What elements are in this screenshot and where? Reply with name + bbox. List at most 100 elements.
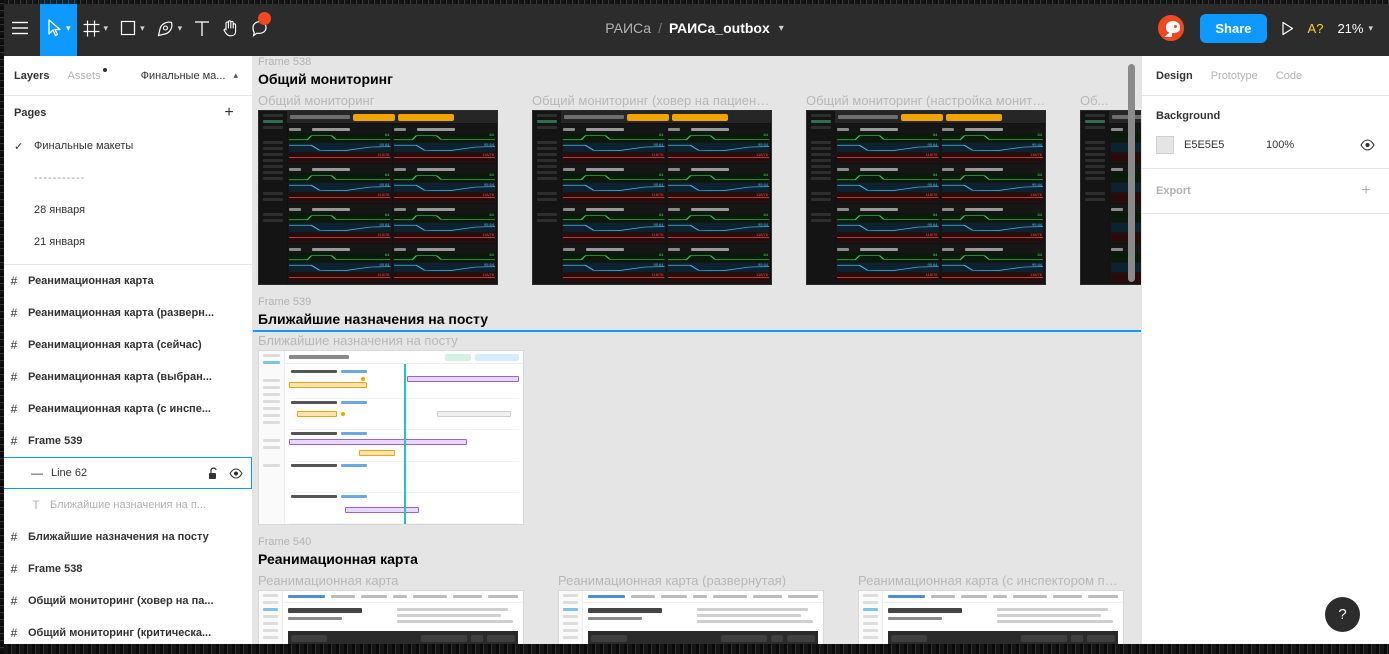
pen-tool[interactable]: ▾ — [151, 0, 189, 56]
text-tool[interactable] — [188, 0, 216, 56]
patient-card[interactable]: 64 95 64 118/76 — [836, 244, 940, 283]
layer-row-line-62[interactable]: — Line 62 — [0, 457, 252, 489]
canvas-group-frame-540[interactable]: Frame 540 Реанимационная карта Реанимаци… — [258, 536, 1141, 654]
patient-card[interactable]: 64 95 64 118/76 — [562, 244, 666, 283]
patient-card[interactable]: 64 95 64 118/76 — [666, 164, 770, 203]
chevron-down-icon[interactable]: ▾ — [779, 23, 784, 34]
selection-line-62[interactable] — [253, 330, 1141, 332]
eye-icon[interactable] — [229, 467, 243, 479]
patient-card[interactable]: 64 95 64 118/76 — [836, 124, 940, 163]
layer-row[interactable]: # Ближайшие назначения на посту — [0, 521, 252, 553]
tab-design[interactable]: Design — [1156, 70, 1193, 82]
thumbnail-item[interactable]: Общий мониторинг (настройка монитора) 64… — [806, 93, 1046, 285]
shape-tool[interactable]: ▾ — [114, 0, 151, 56]
canvas-vertical-scrollbar[interactable] — [1128, 64, 1135, 282]
frame-caption-title[interactable]: Общий мониторинг — [258, 71, 1141, 87]
assignments-gantt-preview[interactable] — [258, 350, 524, 525]
hamburger-menu-icon[interactable] — [0, 0, 40, 56]
monitoring-preview[interactable]: 64 95 64 118/76 64 95 64 118/76 64 95 64 118/7… — [532, 110, 772, 285]
patient-card[interactable] — [1110, 164, 1141, 203]
patient-card[interactable] — [1110, 244, 1141, 283]
tab-layers[interactable]: Layers — [14, 70, 49, 82]
thumbnail-item[interactable]: Реанимационная карта — [258, 573, 524, 654]
thumbnail-item[interactable]: Общий мониторинг (ховер на пациенте) 64 9… — [532, 93, 772, 285]
background-color-swatch[interactable] — [1156, 136, 1174, 154]
layer-row[interactable]: # Реанимационная карта (разверн... — [0, 297, 252, 329]
canvas-viewport[interactable]: Frame 538 Общий мониторинг Общий монитор… — [253, 56, 1141, 654]
patient-card[interactable]: 64 95 64 118/76 — [666, 204, 770, 243]
thumbnail-item[interactable]: Общий мониторинг 64 95 64 118/76 64 95 64 11… — [258, 93, 498, 285]
layer-row-frame-538[interactable]: # Frame 538 — [0, 553, 252, 585]
patient-card[interactable]: 64 95 64 118/76 — [562, 204, 666, 243]
patient-card[interactable]: 64 95 64 118/76 — [666, 244, 770, 283]
frame-caption-title[interactable]: Реанимационная карта — [258, 551, 1141, 567]
patient-card[interactable]: 64 95 64 118/76 — [288, 204, 392, 243]
patient-card[interactable]: 64 95 64 118/76 — [940, 204, 1044, 243]
layer-row[interactable]: # Реанимационная карта — [0, 265, 252, 297]
patient-card[interactable]: 64 95 64 118/76 — [940, 124, 1044, 163]
plus-icon[interactable]: + — [220, 105, 238, 121]
canvas-group-frame-538[interactable]: Frame 538 Общий мониторинг Общий монитор… — [258, 56, 1141, 285]
share-button[interactable]: Share — [1200, 13, 1267, 43]
page-item-28-january[interactable]: 28 января — [0, 194, 252, 226]
breadcrumb-team[interactable]: РАИСа — [605, 20, 651, 36]
monitoring-preview[interactable]: 64 95 64 118/76 64 95 64 118/76 64 95 64 118/7… — [258, 110, 498, 285]
patient-card[interactable]: 64 95 64 118/76 — [666, 124, 770, 163]
breadcrumb-separator: / — [658, 20, 662, 36]
right-panel: Design Prototype Code Background E5E5E5 … — [1141, 56, 1389, 654]
tab-prototype[interactable]: Prototype — [1211, 70, 1258, 82]
background-hex-value[interactable]: E5E5E5 — [1184, 139, 1256, 151]
patient-card[interactable] — [1110, 124, 1141, 163]
monitoring-preview[interactable]: 64 95 64 118/76 64 95 64 118/76 64 95 64 118/7… — [806, 110, 1046, 285]
patient-card[interactable]: 64 95 64 118/76 — [392, 124, 496, 163]
patient-card[interactable]: 64 95 64 118/76 — [392, 164, 496, 203]
layer-row[interactable]: # Реанимационная карта (сейчас) — [0, 329, 252, 361]
patient-card[interactable]: 64 95 64 118/76 — [940, 164, 1044, 203]
patient-card[interactable]: 64 95 64 118/76 — [288, 164, 392, 203]
layer-row-text[interactable]: T Ближайшие назначения на п... — [0, 489, 252, 521]
patient-card[interactable]: 64 95 64 118/76 — [288, 124, 392, 163]
unlock-icon[interactable] — [208, 467, 219, 480]
patient-card[interactable]: 64 95 64 118/76 — [562, 164, 666, 203]
comment-tool[interactable] — [245, 0, 275, 56]
tab-assets[interactable]: Assets — [67, 67, 107, 82]
page-item-21-january[interactable]: 21 января — [0, 226, 252, 258]
avatar[interactable] — [1156, 13, 1187, 43]
chevron-down-icon: ▾ — [1368, 22, 1373, 33]
breadcrumb-file-name[interactable]: РАИСа_outbox — [669, 20, 770, 36]
frame-caption-id[interactable]: Frame 539 — [258, 296, 1141, 308]
patient-card[interactable]: 64 95 64 118/76 — [836, 204, 940, 243]
layer-row[interactable]: # Общий мониторинг (ховер на па... — [0, 585, 252, 617]
patient-card[interactable]: 64 95 64 118/76 — [392, 204, 496, 243]
patient-card[interactable] — [1110, 204, 1141, 243]
hand-tool[interactable] — [216, 0, 245, 56]
frame-tool[interactable]: ▾ — [77, 0, 115, 56]
layer-row[interactable]: # Реанимационная карта (выбран... — [0, 361, 252, 393]
page-item-divider[interactable]: ----------- — [0, 162, 252, 194]
plus-icon[interactable]: + — [1357, 183, 1375, 199]
eye-icon[interactable] — [1360, 139, 1375, 151]
background-opacity-value[interactable]: 100% — [1266, 139, 1350, 151]
present-play-icon[interactable] — [1281, 21, 1294, 36]
patient-card[interactable]: 64 95 64 118/76 — [288, 244, 392, 283]
zoom-control[interactable]: 21% ▾ — [1337, 21, 1373, 36]
help-button[interactable]: ? — [1325, 597, 1360, 632]
move-tool[interactable]: ▾ — [40, 0, 77, 56]
sidebar-file-name[interactable]: Финальные ма... ▴ — [141, 70, 238, 82]
thumbnail-item[interactable]: Реанимационная карта (с инспектором пока… — [858, 573, 1124, 654]
frame-caption-id[interactable]: Frame 538 — [258, 56, 1141, 68]
layer-row[interactable]: # Реанимационная карта (с инспе... — [0, 393, 252, 425]
patient-card[interactable]: 64 95 64 118/76 — [392, 244, 496, 283]
layer-row-actions — [202, 467, 243, 480]
thumbnail-item[interactable]: Ближайшие назначения на посту — [258, 333, 524, 525]
frame-caption-id[interactable]: Frame 540 — [258, 536, 1141, 548]
patient-card[interactable]: 64 95 64 118/76 — [836, 164, 940, 203]
tab-code[interactable]: Code — [1276, 70, 1302, 82]
frame-caption-title[interactable]: Ближайшие назначения на посту — [258, 311, 1141, 327]
page-item-final-layouts[interactable]: ✓ Финальные макеты — [0, 130, 252, 162]
patient-card[interactable]: 64 95 64 118/76 — [940, 244, 1044, 283]
layer-row-frame-539[interactable]: # Frame 539 — [0, 425, 252, 457]
accessibility-badge[interactable]: A? — [1308, 21, 1324, 36]
thumbnail-item[interactable]: Реанимационная карта (развернутая) — [558, 573, 824, 654]
patient-card[interactable]: 64 95 64 118/76 — [562, 124, 666, 163]
